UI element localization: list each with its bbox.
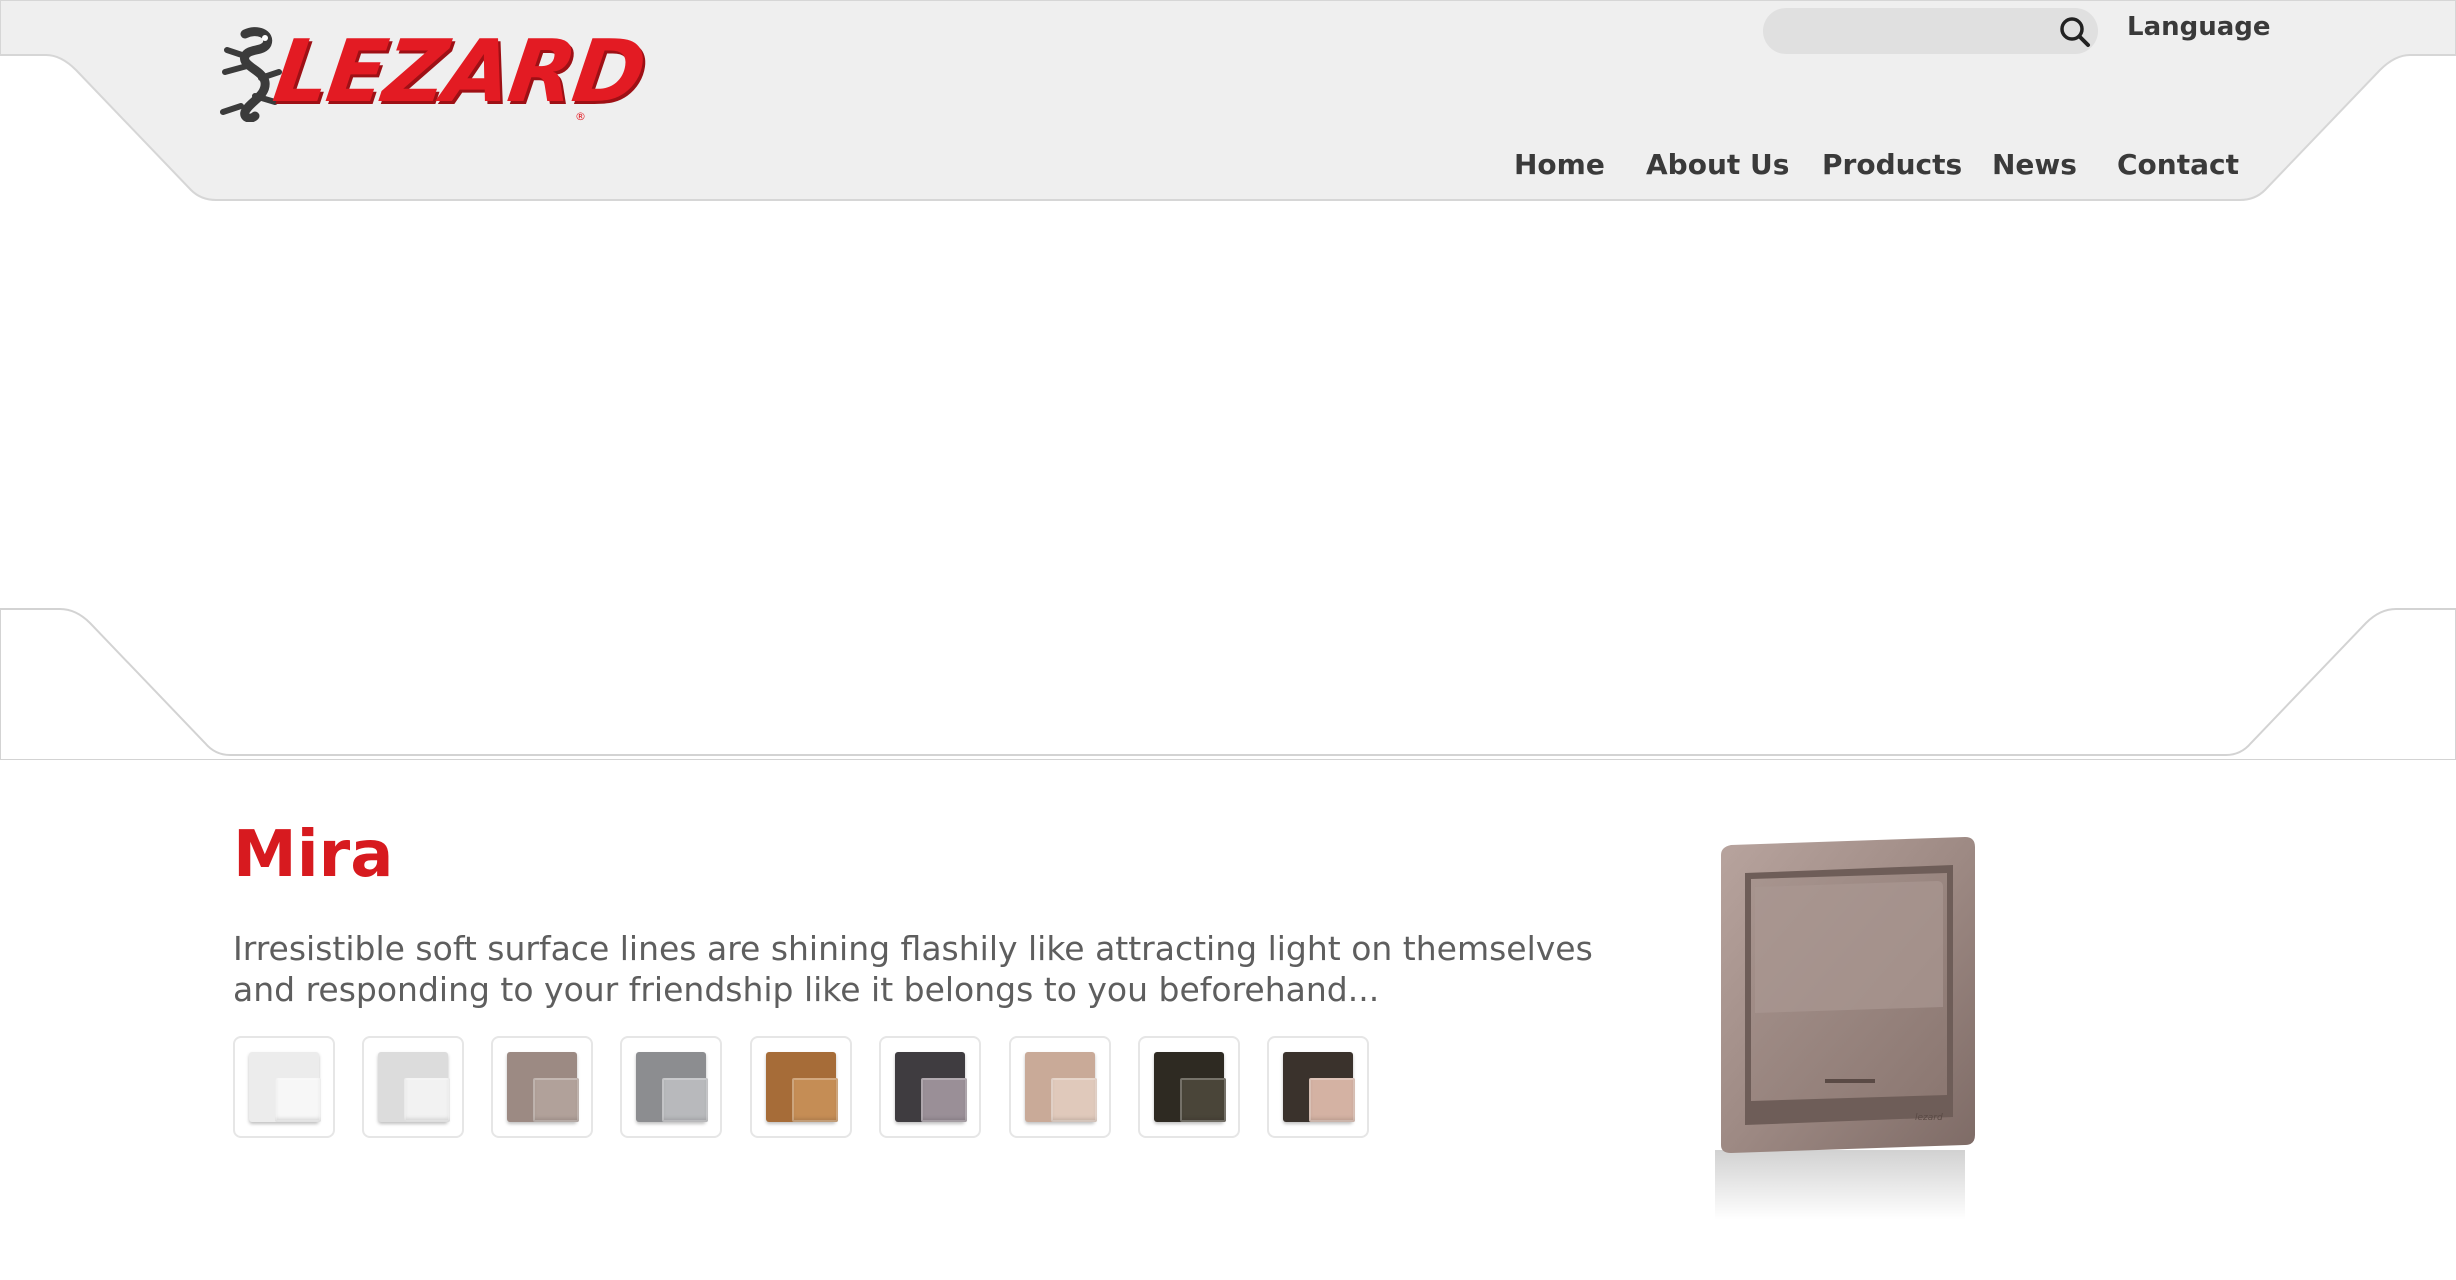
color-swatch[interactable] <box>750 1036 852 1138</box>
product-description: Irresistible soft surface lines are shin… <box>233 929 1593 1009</box>
registered-mark: ® <box>575 110 586 123</box>
language-selector[interactable]: Language <box>2127 12 2271 42</box>
color-swatch[interactable] <box>233 1036 335 1138</box>
product-title: Mira <box>233 818 394 892</box>
color-swatch[interactable] <box>491 1036 593 1138</box>
svg-text:lezard: lezard <box>1915 1113 1943 1123</box>
search-icon[interactable] <box>2058 15 2092 49</box>
color-swatch[interactable] <box>1009 1036 1111 1138</box>
product-image: lezard <box>1715 837 1975 1220</box>
nav-about-us[interactable]: About Us <box>1646 148 1789 181</box>
color-swatch[interactable] <box>620 1036 722 1138</box>
switch-thumbnail <box>636 1052 708 1122</box>
search-input[interactable] <box>1763 8 2098 54</box>
switch-thumbnail <box>1283 1052 1355 1122</box>
color-swatch[interactable] <box>362 1036 464 1138</box>
nav-products[interactable]: Products <box>1822 148 1962 181</box>
nav-home[interactable]: Home <box>1514 148 1605 181</box>
color-swatch[interactable] <box>1138 1036 1240 1138</box>
nav-news[interactable]: News <box>1992 148 2077 181</box>
switch-thumbnail <box>766 1052 838 1122</box>
switch-thumbnail <box>1025 1052 1097 1122</box>
switch-thumbnail <box>1154 1052 1226 1122</box>
nav-contact[interactable]: Contact <box>2117 148 2239 181</box>
color-swatch[interactable] <box>1267 1036 1369 1138</box>
logo-wordmark: LEZARD <box>267 22 651 122</box>
brand-logo[interactable]: LEZARD ® <box>205 22 650 123</box>
switch-thumbnail <box>507 1052 579 1122</box>
switch-thumbnail <box>895 1052 967 1122</box>
banner-divider <box>0 608 2456 760</box>
switch-thumbnail <box>378 1052 450 1122</box>
switch-thumbnail <box>249 1052 321 1122</box>
color-swatch[interactable] <box>879 1036 981 1138</box>
